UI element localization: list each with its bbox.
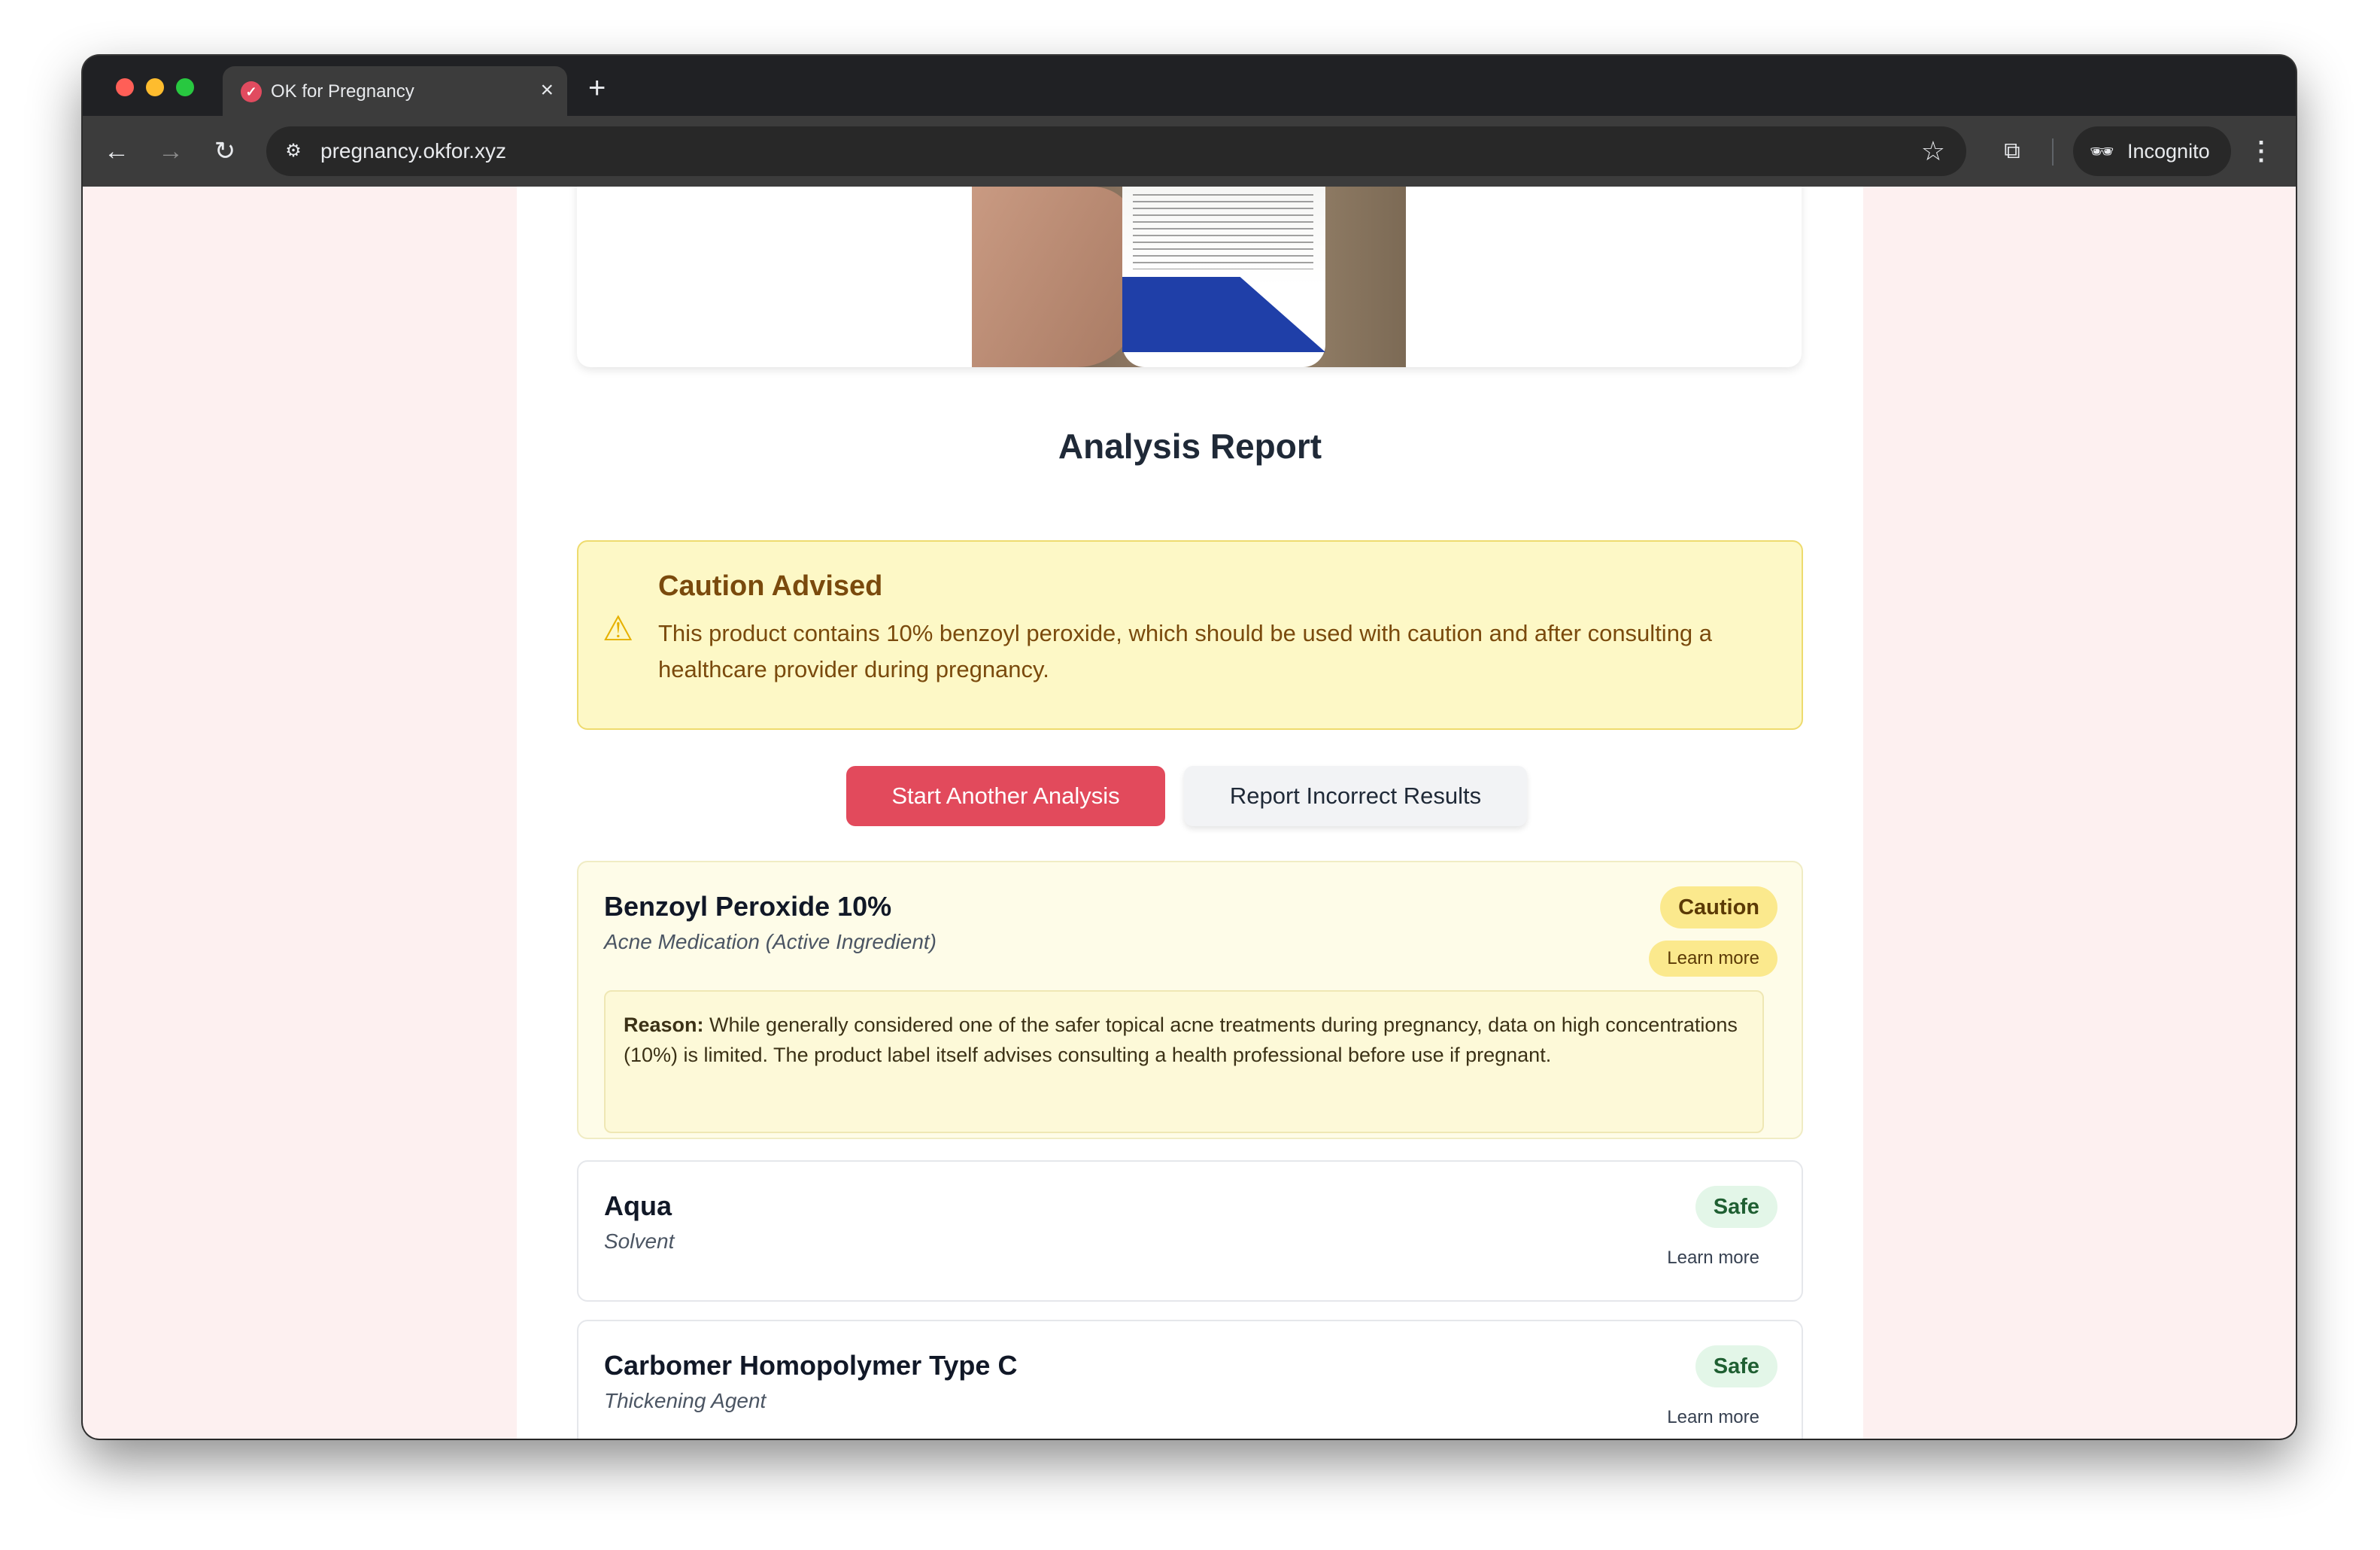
- ingredient-card: Aqua Solvent Safe Learn more: [577, 1160, 1803, 1302]
- browser-window: ✓ OK for Pregnancy × + ← → ↻ ⚙ pregnancy…: [83, 56, 2296, 1439]
- page-content: Analysis Report ⚠ Caution Advised This p…: [517, 187, 1863, 1439]
- ingredient-name: Aqua: [604, 1190, 672, 1221]
- ingredient-name: Carbomer Homopolymer Type C: [604, 1350, 1018, 1381]
- report-title: Analysis Report: [1058, 427, 1322, 466]
- uploaded-photo-card: [577, 187, 1802, 367]
- tab-ok-for-pregnancy[interactable]: ✓ OK for Pregnancy ×: [223, 66, 567, 116]
- start-another-analysis-button[interactable]: Start Another Analysis: [846, 766, 1165, 826]
- status-badge: Caution: [1660, 886, 1777, 928]
- close-tab-icon[interactable]: ×: [540, 77, 554, 104]
- site-settings-icon[interactable]: ⚙: [281, 139, 305, 163]
- report-incorrect-results-button[interactable]: Report Incorrect Results: [1184, 766, 1527, 826]
- toolbar-divider: [2052, 138, 2054, 166]
- reload-icon[interactable]: ↻: [206, 132, 244, 170]
- reason-box: Reason: While generally considered one o…: [604, 990, 1764, 1133]
- incognito-label: Incognito: [2127, 140, 2210, 163]
- incognito-icon: 🕶: [2090, 140, 2115, 163]
- product-photo: [972, 187, 1406, 367]
- url-text[interactable]: pregnancy.okfor.xyz: [320, 139, 506, 163]
- maximize-window-button[interactable]: [176, 78, 194, 96]
- tab-title: OK for Pregnancy: [271, 81, 414, 102]
- status-badge: Safe: [1695, 1186, 1777, 1228]
- browser-toolbar: ← → ↻ ⚙ pregnancy.okfor.xyz ☆ ⧉ 🕶 Incogn…: [83, 116, 2296, 187]
- tab-bar: ✓ OK for Pregnancy × +: [83, 56, 2296, 116]
- ingredient-card: Benzoyl Peroxide 10% Acne Medication (Ac…: [577, 861, 1803, 1139]
- minimize-window-button[interactable]: [146, 78, 164, 96]
- close-window-button[interactable]: [116, 78, 134, 96]
- ingredient-role: Thickening Agent: [604, 1389, 767, 1412]
- reason-label: Reason:: [624, 1014, 704, 1036]
- ingredient-role: Solvent: [604, 1229, 675, 1253]
- alert-title: Caution Advised: [658, 570, 883, 602]
- reason-text: While generally considered one of the sa…: [624, 1014, 1738, 1066]
- ingredient-role: Acne Medication (Active Ingredient): [604, 930, 937, 953]
- bookmark-star-icon[interactable]: ☆: [1921, 135, 1945, 167]
- learn-more-link[interactable]: Learn more: [1649, 941, 1777, 977]
- page-viewport: Analysis Report ⚠ Caution Advised This p…: [83, 187, 2296, 1439]
- incognito-chip[interactable]: 🕶 Incognito: [2073, 126, 2231, 176]
- address-bar[interactable]: ⚙ pregnancy.okfor.xyz ☆: [266, 126, 1966, 176]
- ingredient-card: Carbomer Homopolymer Type C Thickening A…: [577, 1320, 1803, 1439]
- favicon-check-icon: ✓: [241, 81, 262, 102]
- alert-text: This product contains 10% benzoyl peroxi…: [658, 620, 1713, 682]
- back-arrow-icon[interactable]: ←: [98, 132, 135, 170]
- caution-alert: ⚠ Caution Advised This product contains …: [577, 540, 1803, 730]
- ingredient-name: Benzoyl Peroxide 10%: [604, 891, 892, 922]
- status-badge: Safe: [1695, 1345, 1777, 1387]
- warning-icon: ⚠: [603, 609, 634, 648]
- learn-more-link[interactable]: Learn more: [1649, 1400, 1777, 1436]
- more-menu-icon[interactable]: ⋮: [2246, 132, 2276, 170]
- learn-more-link[interactable]: Learn more: [1649, 1240, 1777, 1276]
- forward-arrow-icon[interactable]: →: [152, 132, 190, 170]
- lens-search-icon[interactable]: ⧉: [1993, 132, 2031, 170]
- new-tab-icon[interactable]: +: [588, 66, 606, 110]
